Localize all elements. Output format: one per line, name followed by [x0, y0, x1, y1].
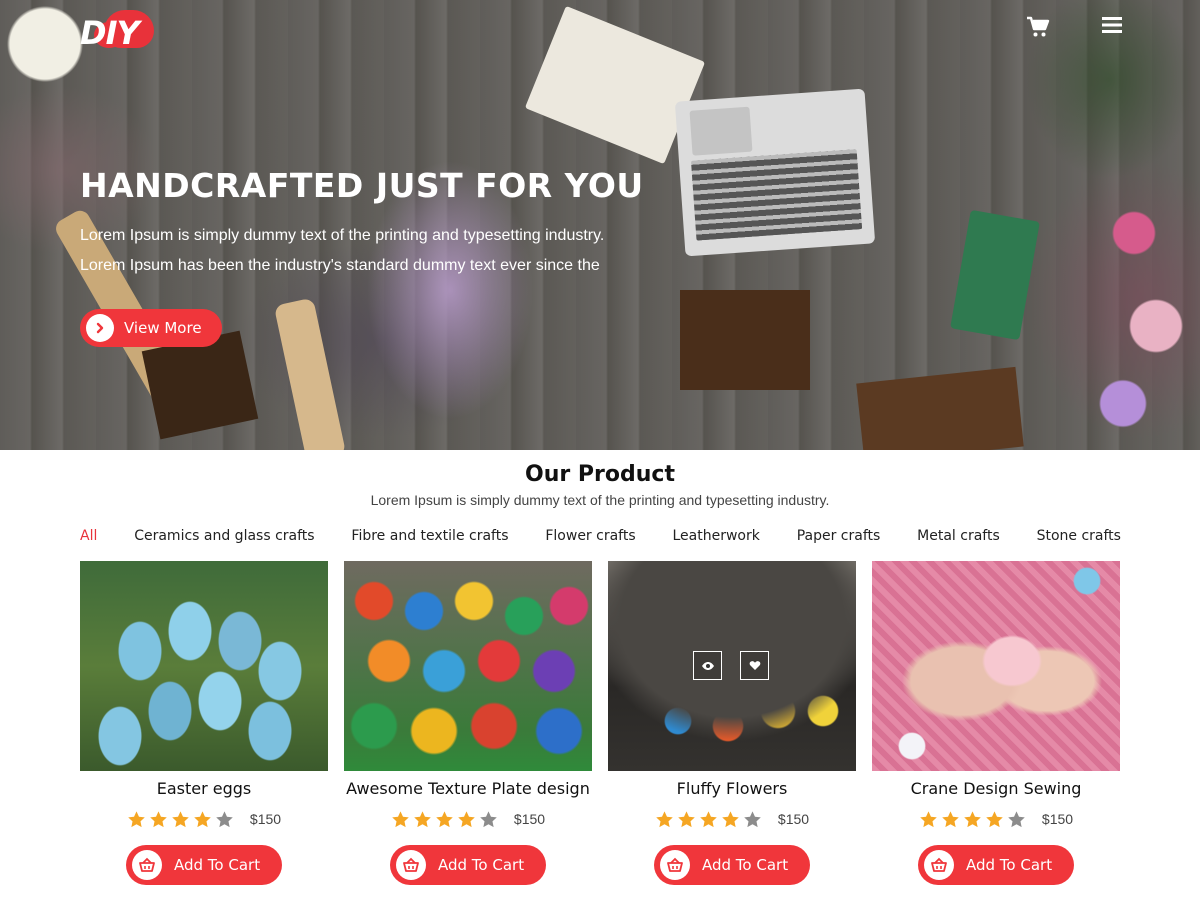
tab-fibre-textile[interactable]: Fibre and textile crafts: [351, 528, 508, 544]
product-name[interactable]: Crane Design Sewing: [872, 779, 1120, 801]
hero-title: HANDCRAFTED JUST FOR YOU: [80, 166, 644, 205]
star-filled-icon: [700, 810, 717, 827]
star-empty-icon: [744, 810, 761, 827]
product-card: Awesome Texture Plate design $150 Add To…: [344, 561, 592, 885]
hero-decoration: [856, 366, 1024, 450]
star-rating: [391, 810, 498, 829]
section-subtitle: Lorem Ipsum is simply dummy text of the …: [370, 492, 830, 508]
star-filled-icon: [920, 810, 937, 827]
hero-description-line-2: Lorem Ipsum has been the industry's stan…: [80, 257, 600, 274]
add-to-cart-button[interactable]: Add To Cart: [126, 845, 282, 885]
site-logo[interactable]: DIY: [80, 10, 156, 54]
star-rating: [127, 810, 234, 829]
product-image[interactable]: [608, 561, 856, 771]
product-name[interactable]: Easter eggs: [80, 779, 328, 801]
add-to-cart-label: Add To Cart: [966, 856, 1053, 874]
hero-decoration: [1090, 140, 1200, 450]
add-to-cart-button[interactable]: Add To Cart: [918, 845, 1074, 885]
hero-description: Lorem Ipsum is simply dummy text of the …: [80, 221, 680, 281]
star-filled-icon: [942, 810, 959, 827]
star-filled-icon: [656, 810, 673, 827]
chevron-right-icon: [86, 314, 114, 342]
section-title: Our Product: [525, 462, 675, 487]
star-filled-icon: [436, 810, 453, 827]
basket-icon: [396, 850, 426, 880]
eye-icon[interactable]: [693, 651, 722, 680]
tab-ceramics-glass[interactable]: Ceramics and glass crafts: [134, 528, 314, 544]
tab-paper-crafts[interactable]: Paper crafts: [797, 528, 881, 544]
tab-all[interactable]: All: [80, 528, 97, 544]
hero-description-line-1: Lorem Ipsum is simply dummy text of the …: [80, 227, 605, 244]
product-card: Crane Design Sewing $150 Add To Cart: [872, 561, 1120, 885]
rating-row: $150: [344, 809, 592, 829]
product-price: $150: [777, 811, 810, 827]
category-tabs: All Ceramics and glass crafts Fibre and …: [80, 528, 1121, 544]
product-price: $150: [1041, 811, 1074, 827]
logo-text: DIY: [80, 14, 140, 52]
product-name[interactable]: Fluffy Flowers: [608, 779, 856, 801]
hero-decoration: [680, 290, 810, 390]
star-filled-icon: [194, 810, 211, 827]
tab-flower-crafts[interactable]: Flower crafts: [545, 528, 635, 544]
star-empty-icon: [216, 810, 233, 827]
star-filled-icon: [128, 810, 145, 827]
star-filled-icon: [678, 810, 695, 827]
tab-stone-crafts[interactable]: Stone crafts: [1037, 528, 1121, 544]
cart-icon[interactable]: [1026, 16, 1050, 40]
view-more-button[interactable]: View More: [80, 309, 222, 347]
star-empty-icon: [1008, 810, 1025, 827]
tab-metal-crafts[interactable]: Metal crafts: [917, 528, 1000, 544]
star-filled-icon: [172, 810, 189, 827]
star-rating: [919, 810, 1026, 829]
basket-icon: [924, 850, 954, 880]
star-filled-icon: [986, 810, 1003, 827]
hero-content: HANDCRAFTED JUST FOR YOU Lorem Ipsum is …: [80, 166, 680, 347]
rating-row: $150: [872, 809, 1120, 829]
product-card: Easter eggs $150 Add To Cart: [80, 561, 328, 885]
star-filled-icon: [964, 810, 981, 827]
star-filled-icon: [458, 810, 475, 827]
product-image[interactable]: [344, 561, 592, 771]
add-to-cart-label: Add To Cart: [174, 856, 261, 874]
heart-icon[interactable]: [740, 651, 769, 680]
star-empty-icon: [480, 810, 497, 827]
tab-leatherwork[interactable]: Leatherwork: [672, 528, 759, 544]
product-card: Fluffy Flowers $150 Add To Cart: [608, 561, 856, 885]
basket-icon: [132, 850, 162, 880]
product-grid: Easter eggs $150 Add To Cart Awesome Tex…: [80, 561, 1120, 885]
hero-decoration: [950, 209, 1040, 341]
star-filled-icon: [150, 810, 167, 827]
rating-row: $150: [608, 809, 856, 829]
add-to-cart-label: Add To Cart: [702, 856, 789, 874]
product-image[interactable]: [80, 561, 328, 771]
hero-decoration: [674, 88, 876, 257]
hero-decoration: [0, 0, 90, 110]
product-price: $150: [249, 811, 282, 827]
menu-icon[interactable]: [1102, 16, 1126, 40]
star-filled-icon: [392, 810, 409, 827]
add-to-cart-button[interactable]: Add To Cart: [390, 845, 546, 885]
add-to-cart-button[interactable]: Add To Cart: [654, 845, 810, 885]
star-filled-icon: [722, 810, 739, 827]
view-more-label: View More: [124, 319, 202, 337]
basket-icon: [660, 850, 690, 880]
product-hover-actions: [693, 651, 769, 680]
rating-row: $150: [80, 809, 328, 829]
add-to-cart-label: Add To Cart: [438, 856, 525, 874]
product-image[interactable]: [872, 561, 1120, 771]
product-name[interactable]: Awesome Texture Plate design: [344, 779, 592, 801]
star-filled-icon: [414, 810, 431, 827]
product-price: $150: [513, 811, 546, 827]
star-rating: [655, 810, 762, 829]
